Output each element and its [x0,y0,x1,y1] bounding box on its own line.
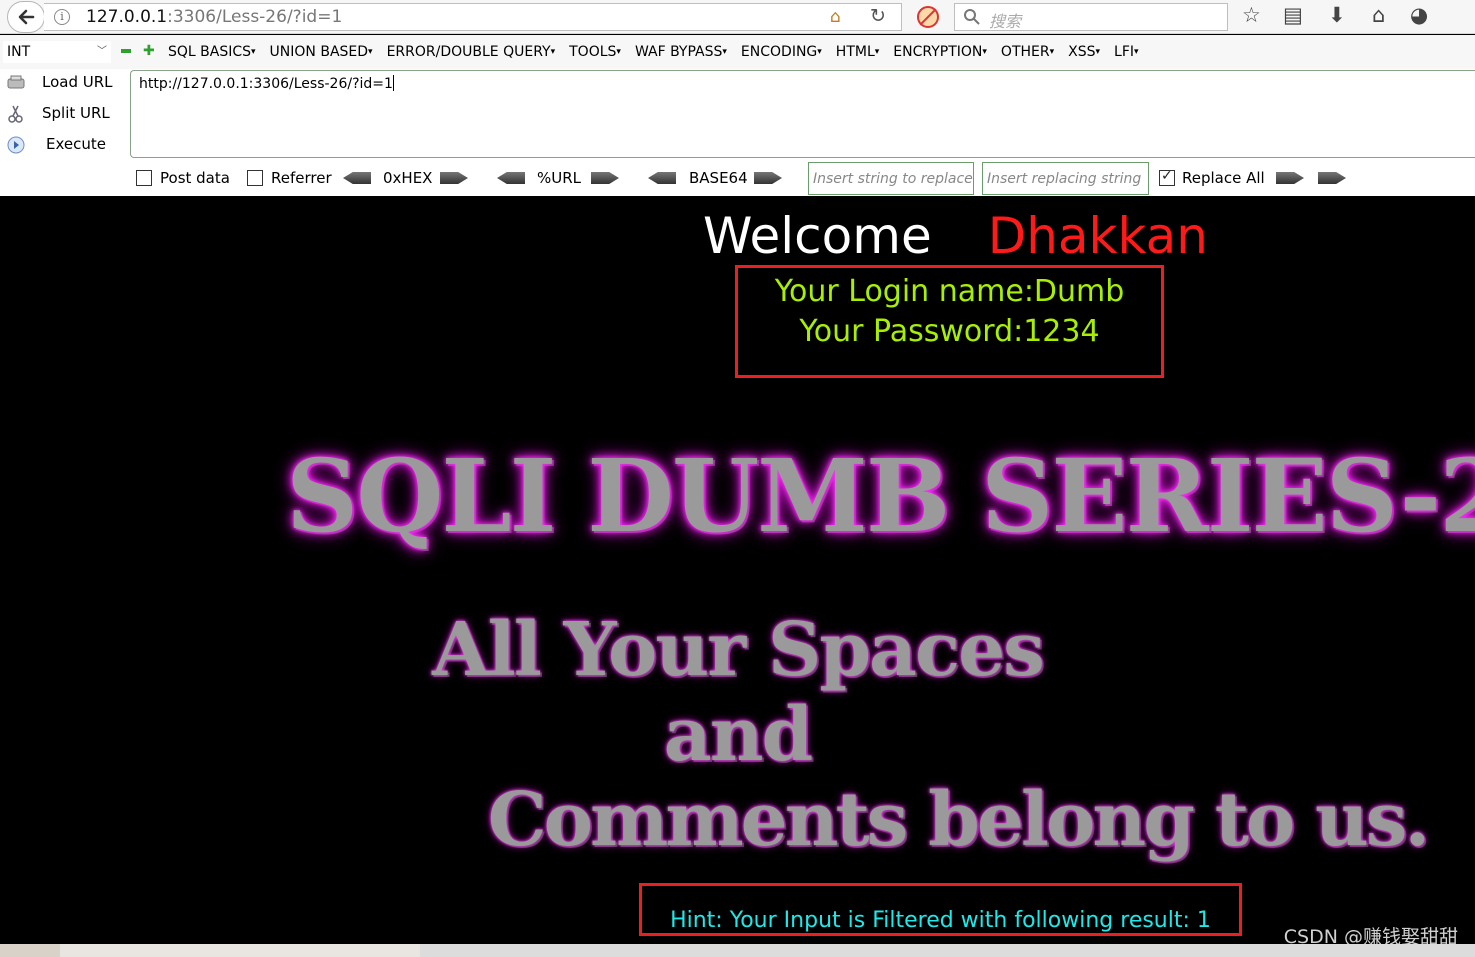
search-bar[interactable]: 搜索 [954,3,1228,31]
load-url-button[interactable]: Load URL [6,71,124,95]
split-url-label: Split URL [42,104,110,122]
search-icon [964,9,980,25]
menu-encoding[interactable]: ENCODING [741,44,822,60]
minus-icon[interactable] [121,49,131,53]
noscript-icon[interactable] [917,6,939,28]
load-url-label: Load URL [42,73,113,91]
tagline-line-1: All Your Spaces [432,607,1045,693]
replacing-string-input[interactable]: Insert replacing string [982,162,1149,195]
post-data-checkbox[interactable] [136,170,152,186]
browser-navbar: i 127.0.0.1:3306/Less-26/?id=1 ⌂ ↻ 搜索 ☆ … [0,0,1475,34]
menu-lfi[interactable]: LFI [1114,44,1139,60]
replace-back-arrow-icon[interactable] [1318,172,1346,184]
hex-decode-arrow-icon[interactable] [343,172,371,184]
base64-encode-arrow-icon[interactable] [754,172,782,184]
base64-decode-arrow-icon[interactable] [648,172,676,184]
taskbar-strip [0,944,1475,957]
execute-label: Execute [46,135,106,153]
play-icon [7,136,25,154]
plus-icon[interactable]: ✚ [143,44,155,58]
replace-all-checkbox[interactable] [1159,168,1175,186]
text-caret [392,75,394,91]
hint-text: Hint: Your Input is Filtered with follow… [670,908,1211,933]
tagline-line-2: and [663,692,814,778]
download-icon[interactable]: ⬇ [1328,3,1346,27]
bookmark-star-icon[interactable]: ☆ [1242,3,1261,27]
taskbar-segment [0,944,60,957]
hackbar-menu: SQL BASICS UNION BASED ERROR/DOUBLE QUER… [168,44,1139,60]
search-placeholder: 搜索 [989,12,1022,31]
reading-list-icon[interactable]: ▤ [1283,3,1303,27]
menu-waf-bypass[interactable]: WAF BYPASS [635,44,727,60]
taskbar-segment [420,944,1475,957]
replace-all-label: Replace All [1182,169,1265,187]
chevron-down-icon: ﹀ [97,46,107,57]
menu-encryption[interactable]: ENCRYPTION [893,44,987,60]
url-decode-arrow-icon[interactable] [497,172,525,184]
url-textarea[interactable]: http://127.0.0.1:3306/Less-26/?id=1 [130,70,1475,158]
hint-box: Hint: Your Input is Filtered with follow… [639,883,1242,936]
replace-string-input[interactable]: Insert string to replace [808,162,974,195]
menu-xss[interactable]: XSS [1068,44,1100,60]
page-content: Welcome Dhakkan Your Login name:Dumb Your… [0,197,1475,944]
load-url-icon [7,75,25,89]
info-icon[interactable]: i [54,9,70,25]
welcome-name: Dhakkan [987,207,1208,265]
base64-label: BASE64 [689,169,748,187]
int-select[interactable]: INT ﹀ [3,41,111,63]
address-bar[interactable]: i 127.0.0.1:3306/Less-26/?id=1 ⌂ ↻ [44,3,902,31]
reload-icon[interactable]: ↻ [870,5,886,27]
hackbar-menu-row: INT ﹀ ✚ SQL BASICS UNION BASED ERROR/DOU… [0,35,1475,69]
url-encode-arrow-icon[interactable] [591,172,619,184]
site-home-icon[interactable]: ⌂ [830,7,841,27]
post-data-label: Post data [160,169,230,187]
address-text[interactable]: 127.0.0.1:3306/Less-26/?id=1 [86,7,342,27]
replace-forward-arrow-icon[interactable] [1276,172,1304,184]
menu-union-based[interactable]: UNION BASED [270,44,373,60]
tagline-line-3: Comments belong to us. [487,777,1430,863]
hackbar: INT ﹀ ✚ SQL BASICS UNION BASED ERROR/DOU… [0,35,1475,196]
back-arrow-icon [18,9,35,25]
login-name-text: Your Login name:Dumb [774,274,1125,309]
referrer-label: Referrer [271,169,332,187]
csdn-watermark: CSDN @赚钱娶甜甜 [1283,926,1458,944]
welcome-text: Welcome [703,207,932,265]
split-url-button[interactable]: Split URL [6,102,124,126]
int-select-value: INT [7,44,31,60]
home-icon[interactable]: ⌂ [1372,3,1385,27]
execute-button[interactable]: Execute [6,133,124,157]
menu-html[interactable]: HTML [836,44,880,60]
welcome-heading: Welcome Dhakkan [703,207,1208,265]
globe-icon[interactable]: ◕ [1410,3,1428,27]
url-textarea-value: http://127.0.0.1:3306/Less-26/?id=1 [139,76,393,92]
url-encode-label: %URL [537,169,582,187]
hex-label: 0xHEX [383,169,433,187]
scissors-icon [8,105,23,123]
hackbar-options-row: Post data Referrer 0xHEX %URL BASE64 Ins… [0,161,1475,196]
series-title-image: SQLI DUMB SERIES-2 [286,437,1475,555]
back-button[interactable] [7,1,45,33]
menu-other[interactable]: OTHER [1001,44,1054,60]
password-text: Your Password:1234 [799,314,1100,349]
menu-tools[interactable]: TOOLS [569,44,621,60]
address-host: 127.0.0.1 [86,7,168,27]
address-path: :3306/Less-26/?id=1 [167,7,343,27]
login-result-box: Your Login name:Dumb Your Password:1234 [735,265,1164,378]
hex-encode-arrow-icon[interactable] [440,172,468,184]
menu-error-double-query[interactable]: ERROR/DOUBLE QUERY [387,44,556,60]
menu-sql-basics[interactable]: SQL BASICS [168,44,256,60]
referrer-checkbox[interactable] [247,170,263,186]
